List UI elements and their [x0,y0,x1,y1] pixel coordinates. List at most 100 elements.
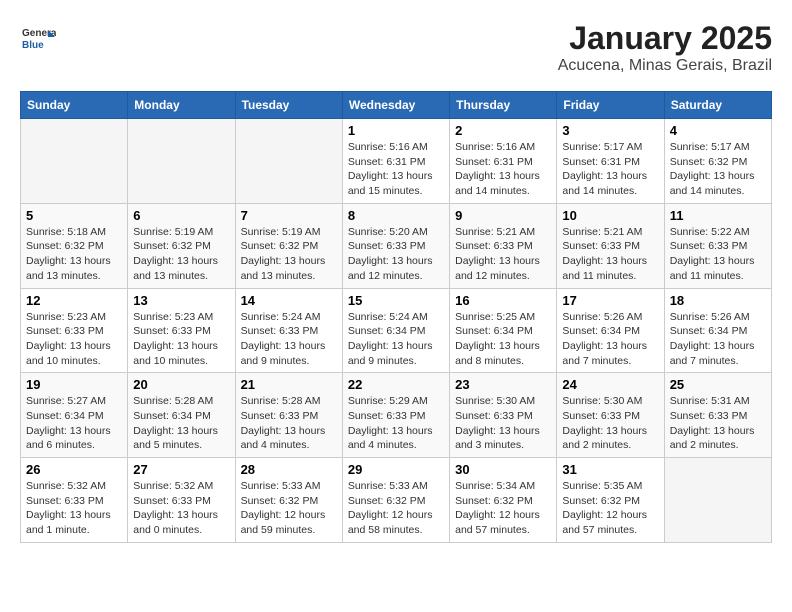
day-number: 30 [455,462,551,477]
cell-w4-d6: 24 Sunrise: 5:30 AM Sunset: 6:33 PM Dayli… [557,373,664,458]
cell-w2-d1: 5 Sunrise: 5:18 AM Sunset: 6:32 PM Daylig… [21,203,128,288]
day-info: Sunrise: 5:32 AM Sunset: 6:33 PM Dayligh… [26,479,122,538]
day-number: 16 [455,293,551,308]
cell-w5-d2: 27 Sunrise: 5:32 AM Sunset: 6:33 PM Dayli… [128,458,235,543]
day-info: Sunrise: 5:30 AM Sunset: 6:33 PM Dayligh… [455,394,551,453]
day-info: Sunrise: 5:32 AM Sunset: 6:33 PM Dayligh… [133,479,229,538]
day-info: Sunrise: 5:35 AM Sunset: 6:32 PM Dayligh… [562,479,658,538]
day-number: 13 [133,293,229,308]
cell-w4-d7: 25 Sunrise: 5:31 AM Sunset: 6:33 PM Dayli… [664,373,771,458]
day-number: 10 [562,208,658,223]
day-info: Sunrise: 5:28 AM Sunset: 6:33 PM Dayligh… [241,394,337,453]
cell-w1-d1 [21,119,128,204]
day-info: Sunrise: 5:27 AM Sunset: 6:34 PM Dayligh… [26,394,122,453]
calendar-title: January 2025 [558,20,772,57]
cell-w5-d1: 26 Sunrise: 5:32 AM Sunset: 6:33 PM Dayli… [21,458,128,543]
day-info: Sunrise: 5:33 AM Sunset: 6:32 PM Dayligh… [348,479,444,538]
week-row-1: 1 Sunrise: 5:16 AM Sunset: 6:31 PM Daylig… [21,119,772,204]
day-number: 2 [455,123,551,138]
week-row-5: 26 Sunrise: 5:32 AM Sunset: 6:33 PM Dayli… [21,458,772,543]
day-info: Sunrise: 5:20 AM Sunset: 6:33 PM Dayligh… [348,225,444,284]
day-info: Sunrise: 5:31 AM Sunset: 6:33 PM Dayligh… [670,394,766,453]
cell-w2-d5: 9Sunrise: 5:21 AM Sunset: 6:33 PM Daylig… [450,203,557,288]
cell-w3-d3: 14 Sunrise: 5:24 AM Sunset: 6:33 PM Dayli… [235,288,342,373]
day-number: 18 [670,293,766,308]
day-number: 8 [348,208,444,223]
cell-w4-d4: 22 Sunrise: 5:29 AM Sunset: 6:33 PM Dayli… [342,373,449,458]
day-info: Sunrise: 5:22 AM Sunset: 6:33 PM Dayligh… [670,225,766,284]
day-number: 31 [562,462,658,477]
day-number: 15 [348,293,444,308]
day-number: 26 [26,462,122,477]
cell-w4-d1: 19 Sunrise: 5:27 AM Sunset: 6:34 PM Dayli… [21,373,128,458]
day-number: 20 [133,377,229,392]
day-info: Sunrise: 5:29 AM Sunset: 6:33 PM Dayligh… [348,394,444,453]
cell-w3-d2: 13Sunrise: 5:23 AM Sunset: 6:33 PM Dayli… [128,288,235,373]
day-number: 4 [670,123,766,138]
day-info: Sunrise: 5:18 AM Sunset: 6:32 PM Dayligh… [26,225,122,284]
cell-w3-d5: 16 Sunrise: 5:25 AM Sunset: 6:34 PM Dayli… [450,288,557,373]
cell-w5-d5: 30 Sunrise: 5:34 AM Sunset: 6:32 PM Dayli… [450,458,557,543]
logo-svg: General Blue [20,20,56,56]
day-info: Sunrise: 5:30 AM Sunset: 6:33 PM Dayligh… [562,394,658,453]
day-info: Sunrise: 5:34 AM Sunset: 6:32 PM Dayligh… [455,479,551,538]
cell-w4-d3: 21 Sunrise: 5:28 AM Sunset: 6:33 PM Dayli… [235,373,342,458]
cell-w1-d2 [128,119,235,204]
cell-w3-d6: 17Sunrise: 5:26 AM Sunset: 6:34 PM Dayli… [557,288,664,373]
day-number: 24 [562,377,658,392]
page-header: General Blue January 2025 Acucena, Minas… [20,20,772,75]
week-row-3: 12Sunrise: 5:23 AM Sunset: 6:33 PM Dayli… [21,288,772,373]
cell-w3-d1: 12Sunrise: 5:23 AM Sunset: 6:33 PM Dayli… [21,288,128,373]
day-info: Sunrise: 5:25 AM Sunset: 6:34 PM Dayligh… [455,310,551,369]
day-number: 23 [455,377,551,392]
header-tuesday: Tuesday [235,92,342,119]
cell-w4-d5: 23 Sunrise: 5:30 AM Sunset: 6:33 PM Dayli… [450,373,557,458]
cell-w4-d2: 20 Sunrise: 5:28 AM Sunset: 6:34 PM Dayli… [128,373,235,458]
day-number: 3 [562,123,658,138]
header-sunday: Sunday [21,92,128,119]
day-info: Sunrise: 5:24 AM Sunset: 6:34 PM Dayligh… [348,310,444,369]
header-saturday: Saturday [664,92,771,119]
day-info: Sunrise: 5:24 AM Sunset: 6:33 PM Dayligh… [241,310,337,369]
day-number: 9 [455,208,551,223]
calendar-subtitle: Acucena, Minas Gerais, Brazil [558,57,772,75]
week-row-4: 19 Sunrise: 5:27 AM Sunset: 6:34 PM Dayli… [21,373,772,458]
day-number: 29 [348,462,444,477]
day-number: 27 [133,462,229,477]
cell-w2-d2: 6 Sunrise: 5:19 AM Sunset: 6:32 PM Daylig… [128,203,235,288]
day-number: 25 [670,377,766,392]
day-info: Sunrise: 5:16 AM Sunset: 6:31 PM Dayligh… [348,140,444,199]
cell-w1-d4: 1 Sunrise: 5:16 AM Sunset: 6:31 PM Daylig… [342,119,449,204]
day-number: 1 [348,123,444,138]
calendar-body: 1 Sunrise: 5:16 AM Sunset: 6:31 PM Daylig… [21,119,772,543]
day-number: 22 [348,377,444,392]
header-friday: Friday [557,92,664,119]
day-number: 19 [26,377,122,392]
title-block: January 2025 Acucena, Minas Gerais, Braz… [558,20,772,75]
day-number: 5 [26,208,122,223]
cell-w3-d4: 15 Sunrise: 5:24 AM Sunset: 6:34 PM Dayli… [342,288,449,373]
logo: General Blue [20,20,56,56]
day-number: 14 [241,293,337,308]
cell-w2-d4: 8 Sunrise: 5:20 AM Sunset: 6:33 PM Daylig… [342,203,449,288]
cell-w2-d3: 7Sunrise: 5:19 AM Sunset: 6:32 PM Daylig… [235,203,342,288]
day-info: Sunrise: 5:17 AM Sunset: 6:31 PM Dayligh… [562,140,658,199]
cell-w1-d6: 3 Sunrise: 5:17 AM Sunset: 6:31 PM Daylig… [557,119,664,204]
cell-w1-d5: 2 Sunrise: 5:16 AM Sunset: 6:31 PM Daylig… [450,119,557,204]
day-number: 6 [133,208,229,223]
day-number: 12 [26,293,122,308]
calendar-table: Sunday Monday Tuesday Wednesday Thursday… [20,91,772,543]
week-row-2: 5 Sunrise: 5:18 AM Sunset: 6:32 PM Daylig… [21,203,772,288]
day-info: Sunrise: 5:19 AM Sunset: 6:32 PM Dayligh… [133,225,229,284]
cell-w5-d4: 29 Sunrise: 5:33 AM Sunset: 6:32 PM Dayli… [342,458,449,543]
cell-w2-d6: 10Sunrise: 5:21 AM Sunset: 6:33 PM Dayli… [557,203,664,288]
day-info: Sunrise: 5:28 AM Sunset: 6:34 PM Dayligh… [133,394,229,453]
cell-w5-d3: 28Sunrise: 5:33 AM Sunset: 6:32 PM Dayli… [235,458,342,543]
cell-w1-d7: 4Sunrise: 5:17 AM Sunset: 6:32 PM Daylig… [664,119,771,204]
day-number: 28 [241,462,337,477]
cell-w1-d3 [235,119,342,204]
header-wednesday: Wednesday [342,92,449,119]
day-number: 21 [241,377,337,392]
day-info: Sunrise: 5:16 AM Sunset: 6:31 PM Dayligh… [455,140,551,199]
day-number: 11 [670,208,766,223]
